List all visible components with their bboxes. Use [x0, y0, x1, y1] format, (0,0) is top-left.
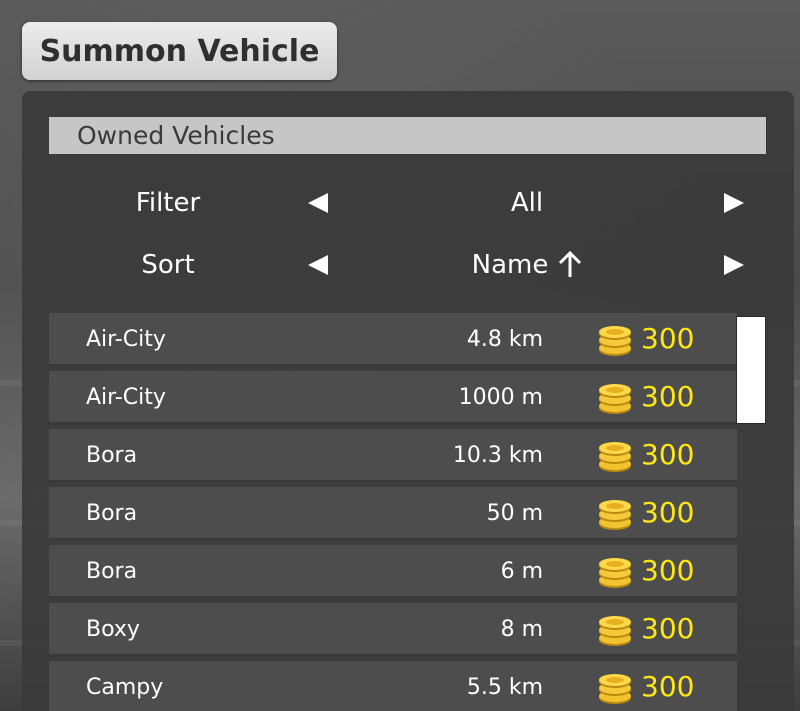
vehicle-cost: 300 — [641, 438, 695, 471]
list-scrollbar[interactable] — [736, 316, 766, 424]
vehicle-cost: 300 — [641, 670, 695, 703]
vehicle-cost: 300 — [641, 496, 695, 529]
vehicle-distance: 4.8 km — [466, 327, 543, 352]
filter-next-arrow-icon[interactable] — [723, 192, 745, 214]
vehicle-cost: 300 — [641, 322, 695, 355]
vehicle-name: Boxy — [86, 617, 140, 642]
vehicle-list: Air-City 4.8 km 300 Air-City 1000 m 300 … — [49, 313, 737, 711]
filter-label: Filter — [135, 188, 201, 218]
coin-stack-icon — [599, 500, 631, 530]
section-header: Owned Vehicles — [49, 117, 766, 154]
coin-stack-icon — [599, 616, 631, 646]
vehicle-distance: 8 m — [500, 617, 543, 642]
vehicle-row[interactable]: Bora 50 m 300 — [49, 487, 737, 540]
coin-stack-icon — [599, 558, 631, 588]
vehicle-name: Bora — [86, 443, 138, 468]
vehicle-name: Bora — [86, 559, 138, 584]
sort-ascending-arrow-icon — [559, 250, 582, 277]
page-title: Summon Vehicle — [39, 33, 320, 69]
coin-stack-icon — [599, 674, 631, 704]
vehicle-distance: 6 m — [500, 559, 543, 584]
filter-row: Filter All — [22, 181, 794, 225]
vehicle-panel: Owned Vehicles Filter All Sort Name Air-… — [22, 91, 794, 711]
vehicle-cost: 300 — [641, 554, 695, 587]
sort-value-wrap: Name — [352, 243, 702, 287]
sort-row: Sort Name — [22, 243, 794, 287]
filter-prev-arrow-icon[interactable] — [307, 192, 329, 214]
vehicle-row[interactable]: Boxy 8 m 300 — [49, 603, 737, 656]
filter-value: All — [510, 188, 544, 218]
vehicle-name: Air-City — [86, 327, 166, 352]
vehicle-cost: 300 — [641, 380, 695, 413]
sort-value: Name — [471, 250, 549, 280]
coin-stack-icon — [599, 384, 631, 414]
vehicle-distance: 5.5 km — [466, 675, 543, 700]
vehicle-row[interactable]: Bora 10.3 km 300 — [49, 429, 737, 482]
summon-vehicle-tab: Summon Vehicle — [22, 22, 337, 80]
coin-stack-icon — [599, 326, 631, 356]
vehicle-row[interactable]: Air-City 4.8 km 300 — [49, 313, 737, 366]
sort-next-arrow-icon[interactable] — [723, 254, 745, 276]
sort-prev-arrow-icon[interactable] — [307, 254, 329, 276]
vehicle-distance: 1000 m — [458, 385, 543, 410]
vehicle-distance: 10.3 km — [452, 443, 543, 468]
vehicle-name: Bora — [86, 501, 138, 526]
vehicle-name: Air-City — [86, 385, 166, 410]
vehicle-row[interactable]: Air-City 1000 m 300 — [49, 371, 737, 424]
vehicle-cost: 300 — [641, 612, 695, 645]
vehicle-row[interactable]: Campy 5.5 km 300 — [49, 661, 737, 711]
coin-stack-icon — [599, 442, 631, 472]
sort-label: Sort — [141, 250, 195, 280]
vehicle-name: Campy — [86, 675, 164, 700]
vehicle-distance: 50 m — [486, 501, 543, 526]
vehicle-row[interactable]: Bora 6 m 300 — [49, 545, 737, 598]
